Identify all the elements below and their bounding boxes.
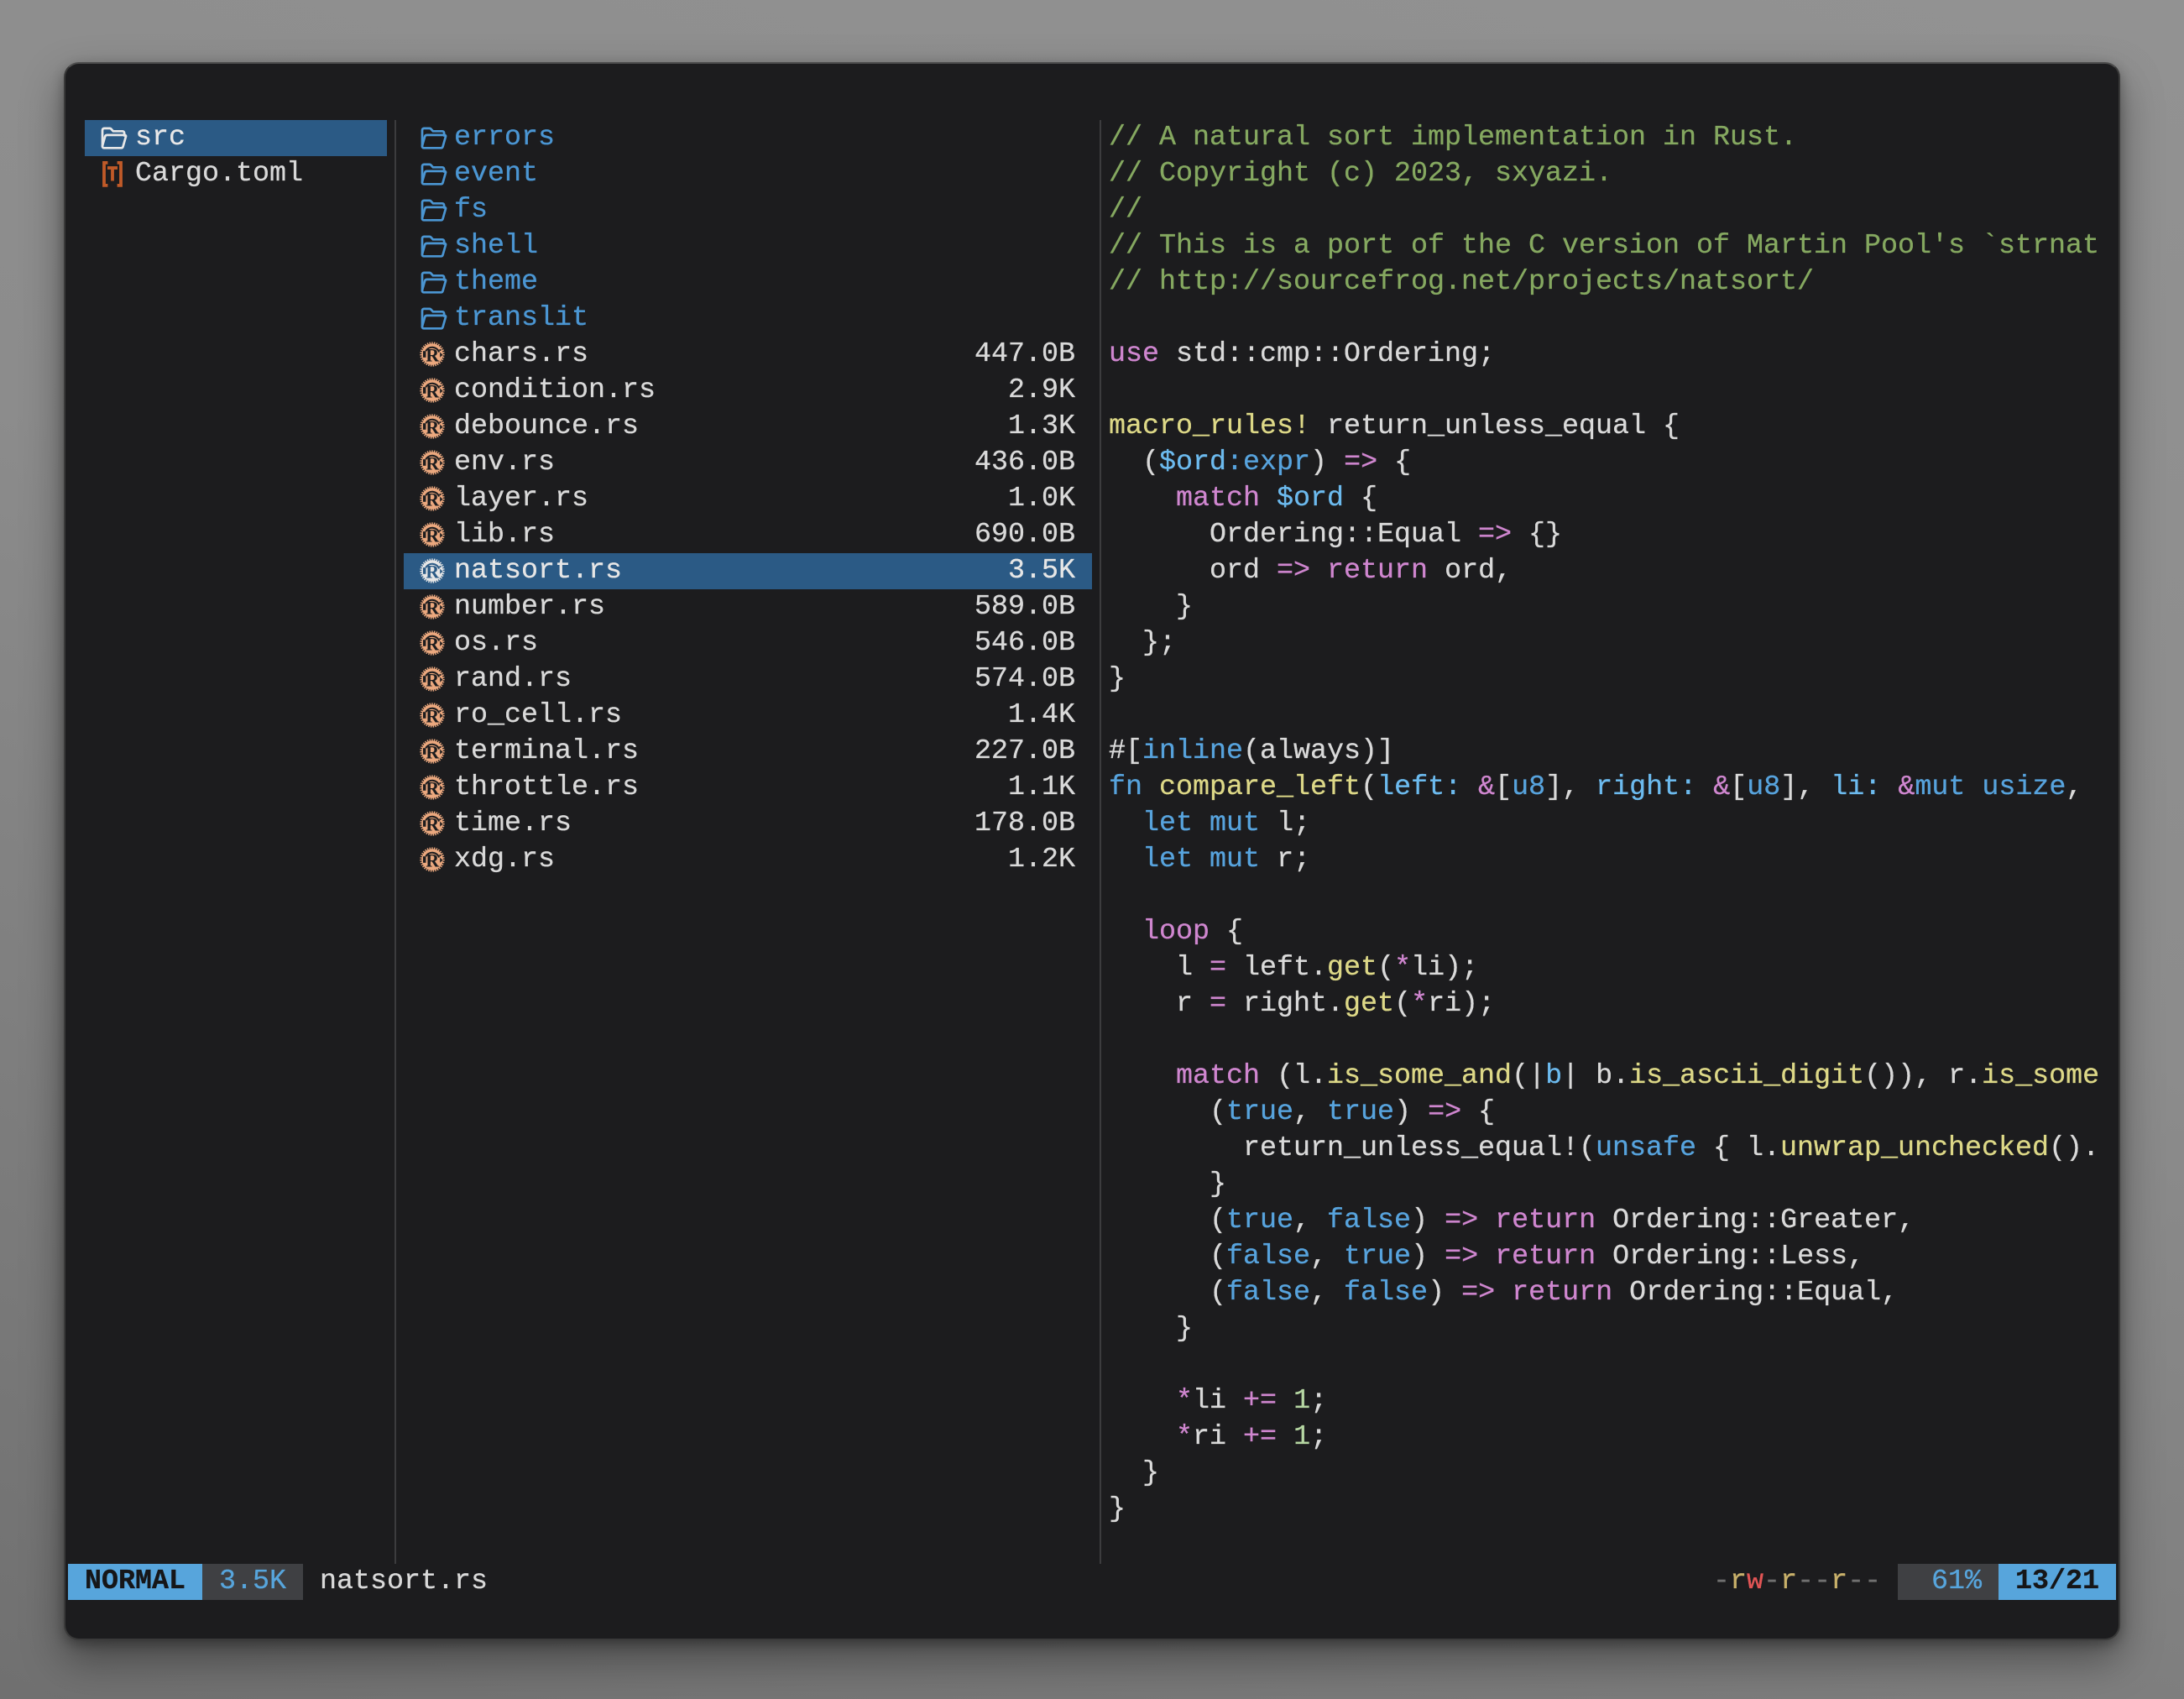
svg-text:R: R: [426, 562, 440, 583]
svg-text:R: R: [426, 850, 440, 871]
svg-text:R: R: [426, 598, 440, 619]
svg-text:R: R: [426, 417, 440, 438]
svg-text:R: R: [426, 670, 440, 691]
svg-text:R: R: [426, 778, 440, 799]
svg-text:R: R: [426, 634, 440, 655]
svg-text:R: R: [426, 814, 440, 835]
svg-text:R: R: [426, 525, 440, 546]
svg-text:R: R: [426, 381, 440, 402]
svg-text:R: R: [426, 345, 440, 366]
svg-text:R: R: [426, 453, 440, 474]
svg-text:R: R: [426, 742, 440, 763]
svg-text:R: R: [426, 706, 440, 727]
svg-text:R: R: [426, 489, 440, 510]
